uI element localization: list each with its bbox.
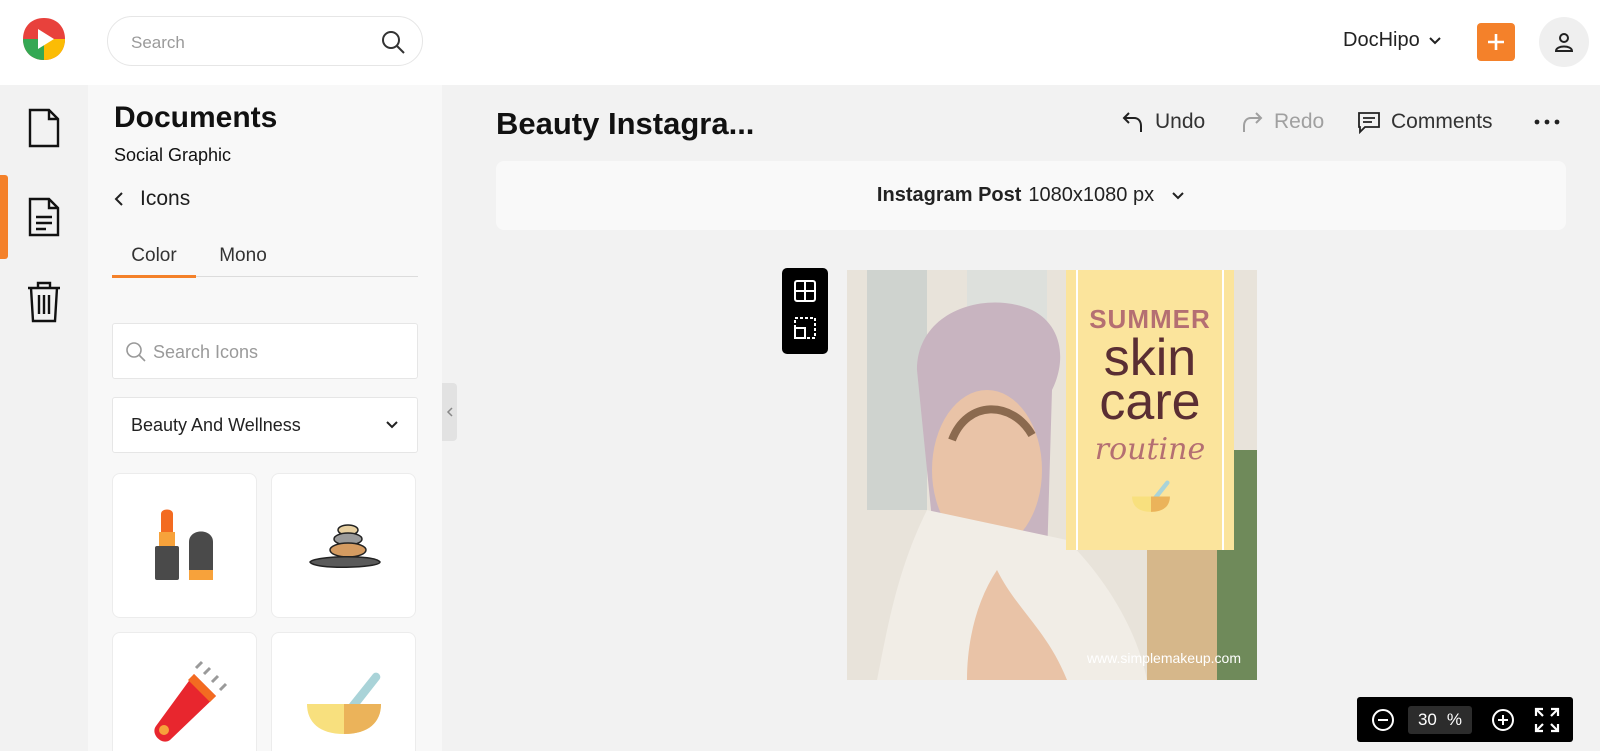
design-canvas[interactable]: SUMMER skin care routine www.simplemakeu…: [847, 270, 1257, 680]
panel-collapse-handle[interactable]: [442, 383, 457, 441]
chevron-left-icon: [446, 407, 453, 417]
plus-icon: [1488, 34, 1504, 50]
file-icon: [28, 108, 60, 148]
rail-documents[interactable]: [0, 175, 88, 259]
icon-style-tabs: Color Mono: [112, 245, 418, 278]
icon-tile-mortar-pestle[interactable]: [271, 632, 416, 751]
zoom-out-icon[interactable]: [1370, 707, 1396, 733]
headline-banner[interactable]: SUMMER skin care routine: [1066, 270, 1234, 550]
comments-button[interactable]: Comments: [1357, 110, 1493, 134]
icon-tile-spa-stones[interactable]: [271, 473, 416, 618]
rail-trash[interactable]: [0, 260, 88, 344]
user-profile-button[interactable]: [1539, 17, 1589, 67]
canvas-tool-strip: [782, 268, 828, 354]
zoom-in-icon[interactable]: [1490, 707, 1516, 733]
more-options-button[interactable]: [1534, 118, 1560, 126]
comments-label: Comments: [1391, 110, 1493, 133]
zoom-value: 30: [1417, 710, 1437, 729]
mortar-pestle-icon: [306, 672, 381, 734]
search-bar[interactable]: Search: [107, 16, 423, 66]
zoom-unit: %: [1446, 710, 1463, 729]
redo-button[interactable]: Redo: [1240, 110, 1324, 134]
dochipo-logo[interactable]: [21, 15, 67, 63]
comment-icon: [1358, 112, 1380, 134]
chevron-down-icon: [1172, 191, 1184, 199]
tab-color[interactable]: Color: [112, 245, 196, 278]
undo-label: Undo: [1155, 110, 1206, 133]
spa-stones-icon: [308, 523, 381, 568]
panel-title: Documents: [114, 101, 278, 134]
resize-icon[interactable]: [793, 316, 817, 340]
back-to-icons[interactable]: Icons: [114, 187, 190, 211]
tab-mono[interactable]: Mono: [208, 245, 278, 278]
website-url[interactable]: www.simplemakeup.com: [1087, 650, 1241, 666]
category-value: Beauty And Wellness: [131, 415, 301, 435]
hair-trimmer-icon: [153, 660, 227, 742]
elements-panel: Documents Social Graphic Icons Color Mon…: [88, 85, 442, 751]
panel-subtitle: Social Graphic: [114, 145, 232, 165]
size-name: Instagram Post: [876, 184, 1022, 206]
search-icon: [126, 342, 146, 362]
undo-icon: [1122, 112, 1142, 132]
document-title[interactable]: Beauty Instagra...: [496, 106, 754, 142]
create-new-button[interactable]: [1477, 23, 1515, 61]
left-rail: [0, 85, 88, 751]
icon-tile-lipstick[interactable]: [112, 473, 257, 618]
rail-new-document[interactable]: [0, 86, 88, 170]
fullscreen-icon[interactable]: [1534, 707, 1560, 733]
search-icon[interactable]: [380, 29, 406, 55]
trash-icon: [28, 281, 60, 323]
account-menu[interactable]: DocHipo: [1343, 29, 1442, 52]
redo-label: Redo: [1274, 110, 1325, 133]
size-value: 1080x1080 px: [1028, 184, 1155, 206]
canvas-size-selector[interactable]: Instagram Post 1080x1080 px: [496, 161, 1566, 230]
zoom-controls: 30 %: [1357, 697, 1573, 742]
icon-search-placeholder: Search Icons: [153, 342, 259, 362]
headline-line-3[interactable]: care: [1066, 376, 1234, 428]
top-bar: Search DocHipo: [0, 0, 1600, 85]
chevron-left-icon: [114, 192, 123, 206]
grid-icon[interactable]: [793, 279, 817, 303]
icon-search-input[interactable]: Search Icons: [112, 323, 418, 379]
search-placeholder: Search: [131, 33, 185, 52]
mortar-pestle-icon[interactable]: [1126, 474, 1176, 520]
lipstick-icon: [154, 509, 213, 580]
zoom-level[interactable]: 30 %: [1408, 706, 1472, 734]
account-name: DocHipo: [1343, 29, 1420, 51]
undo-button[interactable]: Undo: [1121, 110, 1205, 134]
user-icon: [1554, 33, 1574, 52]
chevron-down-icon: [386, 421, 398, 429]
more-horizontal-icon: [1534, 119, 1560, 125]
redo-icon: [1243, 112, 1263, 132]
chevron-down-icon: [1428, 36, 1441, 44]
document-icon: [28, 197, 60, 237]
back-label: Icons: [140, 187, 191, 210]
category-select[interactable]: Beauty And Wellness: [112, 397, 418, 453]
headline-line-4[interactable]: routine: [1066, 432, 1234, 467]
icon-tile-hair-trimmer[interactable]: [112, 632, 257, 751]
